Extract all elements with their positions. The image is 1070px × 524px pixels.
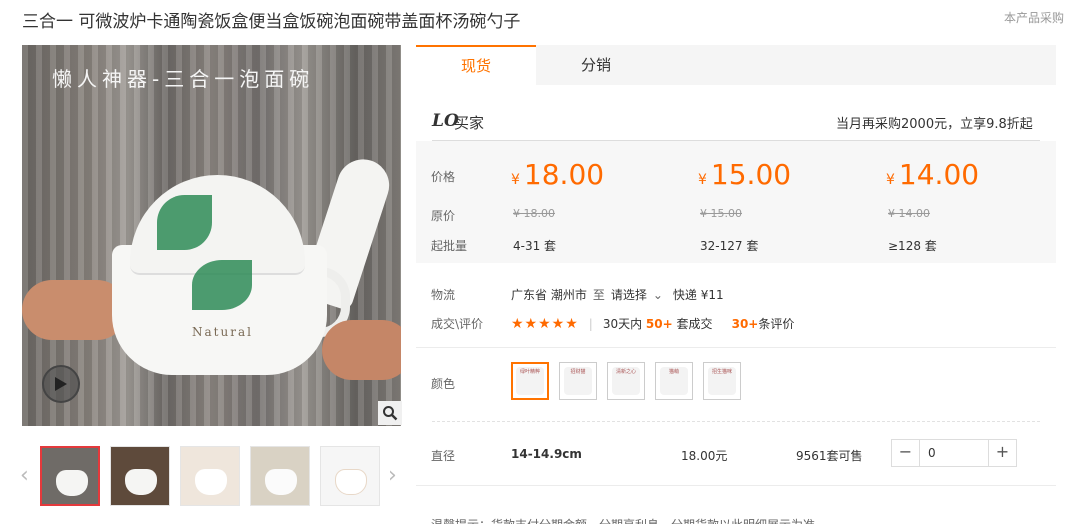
original-price-label: 原价 (431, 209, 456, 223)
image-caption: 懒人神器-三合一泡面碗 (52, 67, 315, 91)
thumbnail-bowl (265, 469, 297, 495)
bowl-brand-mark: Natural (192, 325, 253, 339)
swatch-image: 招财猫 (564, 367, 592, 395)
tier-moq-1: 4-31 套 (513, 239, 557, 253)
tier-moq-3: ≥128 套 (888, 239, 937, 253)
leaf-decoration (192, 260, 252, 310)
thumbnail-bowl (56, 470, 88, 496)
tier-price-2: ¥15.00 (698, 158, 791, 191)
ship-from: 广东省 潮州市 (511, 288, 587, 302)
sales-suffix: 套成交 (676, 317, 713, 331)
tier-moq-2: 32-127 套 (700, 239, 759, 253)
sales-count[interactable]: 50+ (646, 317, 673, 331)
currency-symbol: ¥ (886, 172, 895, 188)
tier-price-3: ¥14.00 (886, 158, 979, 191)
destination-select[interactable]: 请选择 (611, 288, 647, 302)
to-word: 至 (592, 288, 605, 302)
swatch-image: 绿叶精粹 (516, 367, 544, 395)
divider (432, 421, 1040, 422)
thumbnail-3[interactable] (180, 446, 240, 506)
repurchase-promo: 当月再采购2000元，立享9.8折起 (836, 117, 1033, 132)
currency-symbol: ¥ (698, 172, 707, 188)
review-suffix: 条评价 (758, 317, 795, 331)
tier-price-1: ¥18.00 (511, 158, 604, 191)
swatch-image: 猫萌 (660, 367, 688, 395)
tab-in-stock[interactable]: 现货 (416, 45, 536, 85)
leaf-decoration (157, 195, 212, 250)
divider (416, 485, 1056, 486)
diameter-label: 直径 (431, 449, 456, 463)
thumbnail-bowl (195, 469, 227, 495)
thumbnail-1[interactable] (40, 446, 100, 506)
color-swatch-4[interactable]: 猫萌 (655, 362, 693, 400)
divider (416, 347, 1056, 348)
price-value: 15.00 (710, 158, 792, 191)
thumb-next-arrow[interactable]: › (388, 463, 397, 488)
logistics-label: 物流 (431, 288, 456, 302)
video-play-button[interactable] (42, 365, 80, 403)
thumbnail-5[interactable] (320, 446, 380, 506)
product-page: 三合一 可微波炉卡通陶瓷饭盒便当盒饭碗泡面碗带盖面杯汤碗勺子 本产品采购 懒人神… (0, 0, 1070, 524)
zoom-button[interactable] (378, 401, 402, 425)
price-label: 价格 (431, 170, 456, 184)
play-icon (55, 377, 67, 391)
price-value: 14.00 (898, 158, 980, 191)
tier-original-price-3: ¥ 14.00 (888, 207, 930, 220)
color-swatch-3[interactable]: 清新之心 (607, 362, 645, 400)
thumbnail-4[interactable] (250, 446, 310, 506)
chevron-down-icon[interactable]: ⌄ (653, 288, 663, 302)
quantity-stepper: − + (891, 439, 1017, 467)
separator: | (588, 317, 593, 331)
color-label: 颜色 (431, 377, 456, 391)
purchase-mode-tabs: 现货 分销 (416, 45, 1056, 85)
rating-row: ★★★★★ | 30天内 50+ 套成交 30+条评价 (511, 315, 794, 332)
seller-type: 买家 (454, 114, 485, 132)
moq-label: 起批量 (431, 239, 468, 253)
color-swatch-1[interactable]: 绿叶精粹 (511, 362, 549, 400)
spec-stock: 9561套可售 (796, 449, 863, 463)
right-hand (322, 320, 401, 380)
product-title: 三合一 可微波炉卡通陶瓷饭盒便当盒饭碗泡面碗带盖面杯汤碗勺子 (22, 12, 521, 32)
sales-prefix: 30天内 (602, 317, 643, 331)
magnifier-icon (383, 406, 398, 421)
increment-button[interactable]: + (988, 440, 1016, 466)
tier-original-price-1: ¥ 18.00 (513, 207, 555, 220)
tier-original-price-2: ¥ 15.00 (700, 207, 742, 220)
color-swatch-5[interactable]: 招生猫咪 (703, 362, 741, 400)
decrement-button[interactable]: − (892, 440, 920, 466)
spec-price: 18.00元 (681, 449, 728, 463)
price-value: 18.00 (523, 158, 605, 191)
express-fee: 快递 ¥11 (672, 288, 724, 302)
thumbnail-2[interactable] (110, 446, 170, 506)
reviews-label: 成交\评价 (431, 317, 484, 331)
review-count[interactable]: 30+ (732, 317, 759, 331)
quantity-input[interactable] (920, 440, 988, 466)
currency-symbol: ¥ (511, 172, 520, 188)
payment-tip: 温馨提示：货款支付分期金额，分期享利息，分期货款以此明细展示为准 (431, 516, 815, 524)
star-rating: ★★★★★ (511, 316, 579, 332)
purchase-notice: 本产品采购 (1004, 11, 1065, 25)
logistics-info: 广东省 潮州市至请选择 ⌄ 快递 ¥11 (511, 286, 724, 303)
swatch-image: 招生猫咪 (708, 367, 736, 395)
main-product-image[interactable]: 懒人神器-三合一泡面碗 Natural (22, 45, 401, 426)
thumb-prev-arrow[interactable]: ‹ (20, 463, 29, 488)
tab-distribution[interactable]: 分销 (536, 45, 656, 85)
thumbnail-bowl (125, 469, 157, 495)
spec-size: 14-14.9cm (511, 447, 582, 461)
thumbnail-bowl (335, 469, 367, 495)
swatch-image: 清新之心 (612, 367, 640, 395)
color-swatch-2[interactable]: 招财猫 (559, 362, 597, 400)
